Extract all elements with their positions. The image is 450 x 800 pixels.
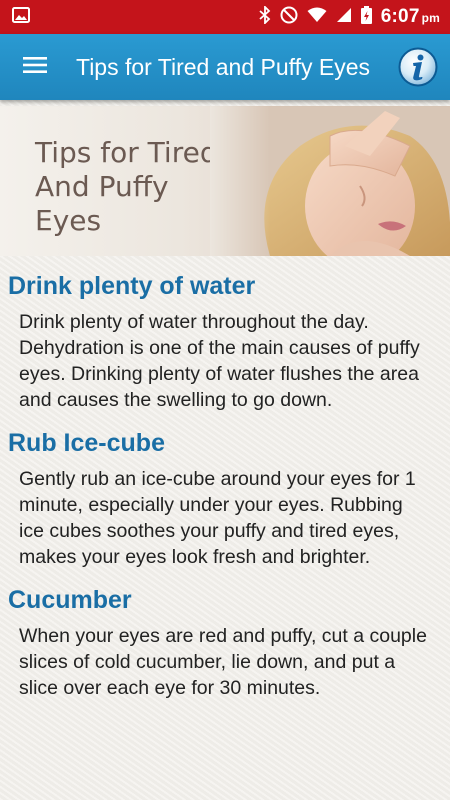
signal-icon <box>336 7 352 28</box>
do-not-disturb-icon <box>280 6 298 29</box>
clock-time: 6:07 <box>380 6 420 27</box>
section-body-cucumber: When your eyes are red and puffy, cut a … <box>19 625 427 699</box>
hero-line-2: And Puffy <box>35 170 169 203</box>
app-bar: Tips for Tired and Puffy Eyes <box>0 34 450 100</box>
wifi-icon <box>307 7 327 28</box>
clock: 6:07 pm <box>381 6 440 28</box>
info-icon <box>398 47 438 91</box>
section-title-cucumber: Cucumber <box>8 586 132 614</box>
menu-button[interactable] <box>0 34 70 100</box>
hero-line-1: Tips for Tired <box>35 136 218 169</box>
hamburger-menu-icon <box>23 56 47 79</box>
section-title-ice-cube: Rub Ice-cube <box>8 429 165 457</box>
status-bar: 6:07 pm <box>0 0 450 34</box>
section-title-water: Drink plenty of water <box>8 272 256 300</box>
clock-ampm: pm <box>421 11 440 25</box>
page-title: Tips for Tired and Puffy Eyes <box>76 53 371 80</box>
battery-icon <box>360 5 372 29</box>
woman-rubbing-eyes-image <box>210 106 450 256</box>
section-body-water: Drink plenty of water throughout the day… <box>19 311 420 411</box>
section-body-ice-cube: Gently rub an ice-cube around your eyes … <box>19 468 416 568</box>
image-icon <box>12 6 30 28</box>
bluetooth-icon <box>259 4 271 29</box>
article-content[interactable]: Tips for Tired And Puffy Eyes Drink plen… <box>0 100 450 800</box>
hero-line-3: Eyes <box>35 204 102 237</box>
hero-banner: Tips for Tired And Puffy Eyes <box>0 106 450 256</box>
hero-text: Tips for Tired And Puffy Eyes <box>35 136 218 238</box>
info-button[interactable] <box>398 47 438 87</box>
